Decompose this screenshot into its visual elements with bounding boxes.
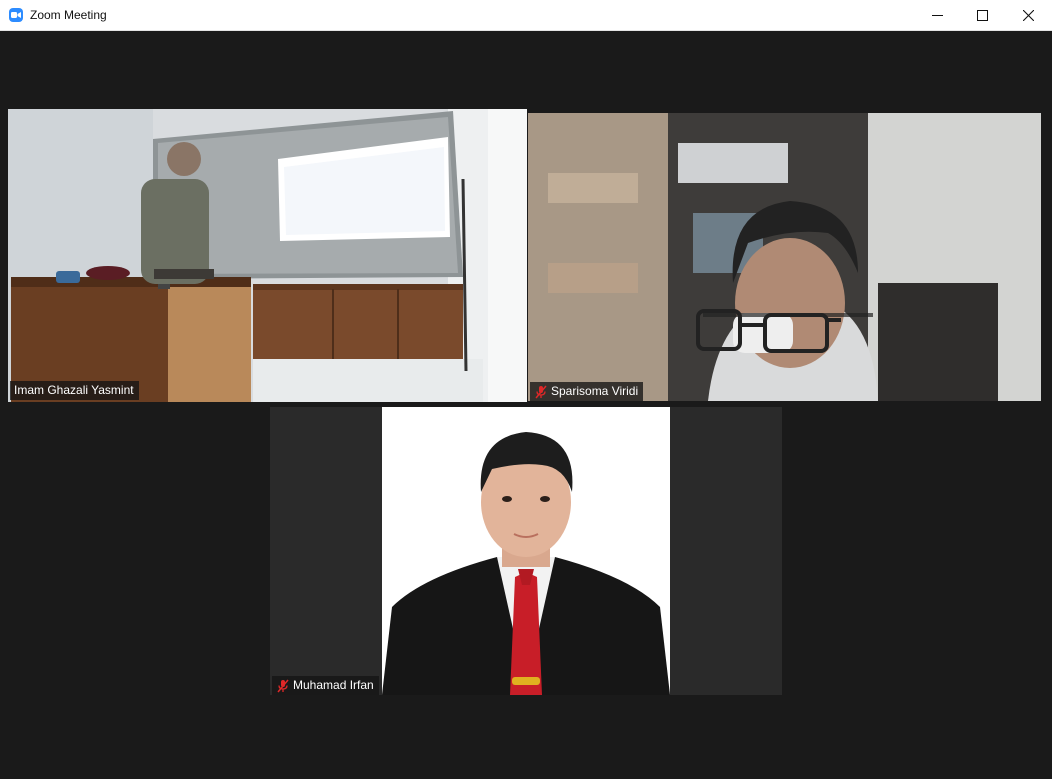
minimize-button[interactable]	[914, 0, 960, 30]
maximize-icon	[976, 9, 988, 21]
close-icon	[1022, 9, 1034, 21]
close-button[interactable]	[1005, 0, 1051, 30]
participant-name-label: Imam Ghazali Yasmint	[10, 381, 139, 400]
window-titlebar: Zoom Meeting	[0, 0, 1052, 31]
participant-name: Sparisoma Viridi	[551, 384, 639, 398]
window-title: Zoom Meeting	[30, 8, 107, 22]
participant-name: Imam Ghazali Yasmint	[14, 383, 134, 397]
minimize-icon	[931, 14, 943, 16]
zoom-icon	[9, 8, 23, 22]
muted-microphone-icon	[535, 385, 547, 398]
participant-name-label: Muhamad Irfan	[272, 676, 379, 695]
classroom-video-feed	[8, 109, 527, 402]
muted-microphone-icon	[277, 679, 289, 692]
video-gallery: Imam Ghazali Yasmint Sparisoma Viridi Mu…	[1, 31, 1051, 778]
video-tile-sparisoma-viridi[interactable]: Sparisoma Viridi	[528, 113, 1041, 401]
video-tile-muhamad-irfan[interactable]: Muhamad Irfan	[270, 407, 782, 695]
video-tile-imam-ghazali-yasmint[interactable]: Imam Ghazali Yasmint	[8, 109, 527, 402]
maximize-button[interactable]	[959, 0, 1005, 30]
participant-name: Muhamad Irfan	[293, 678, 374, 692]
webcam-video-feed	[528, 113, 1041, 401]
profile-photo	[382, 407, 670, 695]
participant-name-label: Sparisoma Viridi	[530, 382, 644, 401]
